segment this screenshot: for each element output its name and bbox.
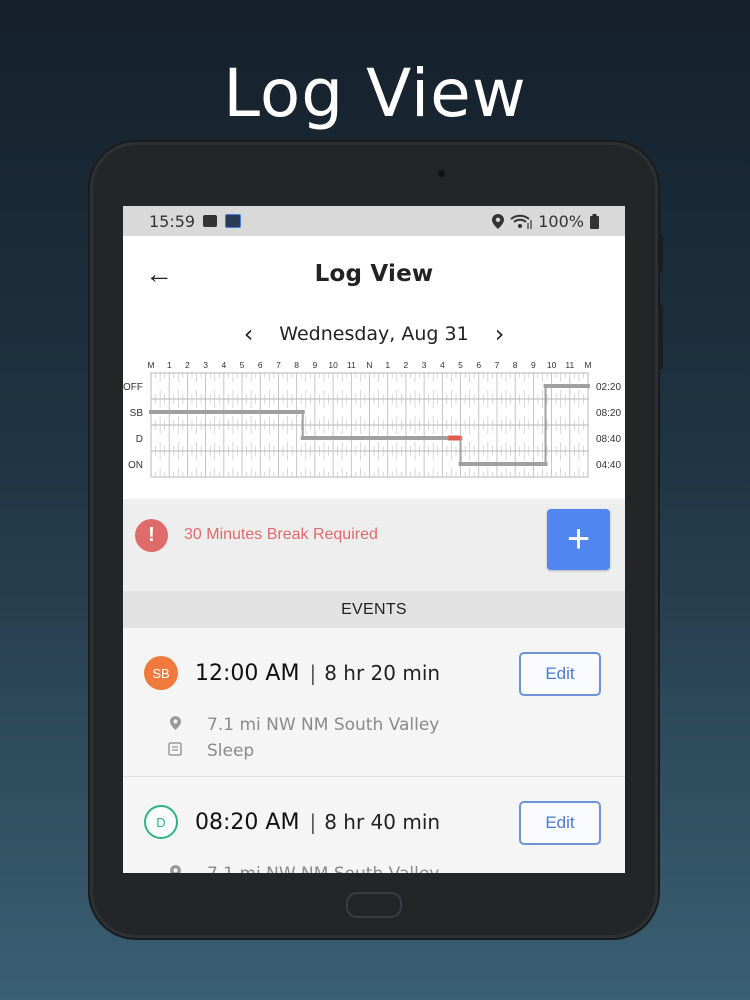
duty-total-label: 02:20 <box>596 382 621 393</box>
status-badge-d: D <box>144 805 178 839</box>
log-graph-svg: M 1 2 3 4 5 6 7 8 9 10 11 N 1 2 3 4 5 6 7 8 9 10 11 M OFF SB D ON 02:… <box>123 360 621 478</box>
duty-status-label: OFF <box>123 382 143 393</box>
hour-tick-label: 7 <box>276 360 281 370</box>
event-separator: | <box>309 661 317 685</box>
events-header: EVENTS <box>123 591 625 628</box>
status-badge-sb: SB <box>144 656 178 690</box>
power-button <box>658 304 663 370</box>
app-screen: 15:59 100% ← Log View ‹ Wednesday, Aug 3… <box>123 206 625 873</box>
app-bar: ← Log View <box>123 236 625 312</box>
gallery-notification-icon <box>203 215 218 227</box>
warning-text: 30 Minutes Break Required <box>184 526 378 543</box>
back-arrow-icon[interactable]: ← <box>145 258 173 290</box>
hour-tick-label: 4 <box>440 360 445 370</box>
chevron-right-icon[interactable]: › <box>495 322 505 346</box>
event-location: 7.1 mi NW NM South Valley <box>207 715 440 735</box>
status-time: 15:59 <box>149 211 196 231</box>
event-location-row: 7.1 mi NW NM South Valley <box>167 715 439 735</box>
battery-percent: 100% <box>538 211 584 231</box>
event-location-row: 7.1 mi NW NM South Valley <box>167 864 439 873</box>
event-duration: 8 hr 40 min <box>324 810 441 834</box>
hour-tick-label: 7 <box>495 360 500 370</box>
hour-tick-label: 1 <box>167 360 172 370</box>
battery-icon <box>590 213 599 229</box>
hour-tick-label: 6 <box>476 360 481 370</box>
hour-tick-label: 9 <box>313 360 318 370</box>
event-note-row: Sleep <box>167 741 254 761</box>
hour-tick-label: 2 <box>404 360 409 370</box>
hour-tick-label: 1 <box>385 360 390 370</box>
add-event-button[interactable]: + <box>547 509 610 570</box>
alert-icon: ! <box>135 519 168 552</box>
location-pin-icon <box>167 716 183 734</box>
duty-status-label: SB <box>130 408 144 419</box>
event-time: 12:00 AM | 8 hr 20 min <box>195 661 440 686</box>
event-note: Sleep <box>207 741 255 761</box>
duty-total-label: 08:20 <box>596 408 621 419</box>
event-item[interactable]: SB 12:00 AM | 8 hr 20 min Edit 7.1 mi NW N… <box>123 628 625 777</box>
hour-tick-label: 3 <box>422 360 427 370</box>
tablet-frame: 15:59 100% ← Log View ‹ Wednesday, Aug 3… <box>90 142 663 938</box>
hour-tick-label: 9 <box>531 360 536 370</box>
warning-bar: ! 30 Minutes Break Required + <box>123 499 625 591</box>
event-start-time: 08:20 AM <box>195 810 300 835</box>
hour-tick-label: 4 <box>221 360 226 370</box>
duty-total-label: 08:40 <box>596 434 621 445</box>
event-item[interactable]: D 08:20 AM | 8 hr 40 min Edit 7.1 mi NW NM… <box>123 777 625 873</box>
hour-tick-label: 5 <box>240 360 245 370</box>
event-location: 7.1 mi NW NM South Valley <box>207 864 439 873</box>
promo-title: Log View <box>223 55 527 132</box>
hour-tick-label: 8 <box>513 360 518 370</box>
note-icon <box>167 742 183 760</box>
hour-tick-label: 11 <box>347 360 356 370</box>
location-icon <box>492 213 505 229</box>
edit-button[interactable]: Edit <box>519 652 601 696</box>
duty-total-label: 04:40 <box>596 460 621 471</box>
hour-tick-label: 5 <box>458 360 463 370</box>
event-time: 08:20 AM | 8 hr 40 min <box>195 810 440 835</box>
hour-tick-label: 10 <box>547 360 557 370</box>
duty-status-label: D <box>136 434 143 445</box>
hour-tick-label: M <box>147 360 154 370</box>
volume-button <box>658 234 663 272</box>
event-start-time: 12:00 AM <box>195 661 300 686</box>
app-notification-icon <box>225 214 242 228</box>
hour-tick-label: 3 <box>203 360 208 370</box>
camera-dot <box>438 170 445 177</box>
date-navigator: ‹ Wednesday, Aug 31 › <box>123 312 625 356</box>
hour-tick-label: M <box>584 360 591 370</box>
event-duration: 8 hr 20 min <box>324 661 441 685</box>
current-date: Wednesday, Aug 31 <box>279 323 469 345</box>
hour-tick-label: N <box>366 360 372 370</box>
hour-tick-label: 11 <box>565 360 574 370</box>
chevron-left-icon[interactable]: ‹ <box>244 322 254 346</box>
event-separator: | <box>309 810 317 834</box>
hour-tick-label: 2 <box>185 360 190 370</box>
home-button[interactable] <box>346 892 402 918</box>
hour-tick-label: 6 <box>258 360 263 370</box>
status-bar: 15:59 100% <box>123 206 625 236</box>
edit-button[interactable]: Edit <box>519 801 601 845</box>
log-graph: M 1 2 3 4 5 6 7 8 9 10 11 N 1 2 3 4 5 6 7 8 9 10 11 M OFF SB D ON 02:… <box>123 356 625 499</box>
duty-status-label: ON <box>128 460 143 471</box>
page-title: Log View <box>314 261 434 287</box>
hour-tick-label: 10 <box>328 360 338 370</box>
location-pin-icon <box>167 865 183 873</box>
wifi-signal-icon <box>510 214 533 229</box>
hour-tick-label: 8 <box>294 360 299 370</box>
